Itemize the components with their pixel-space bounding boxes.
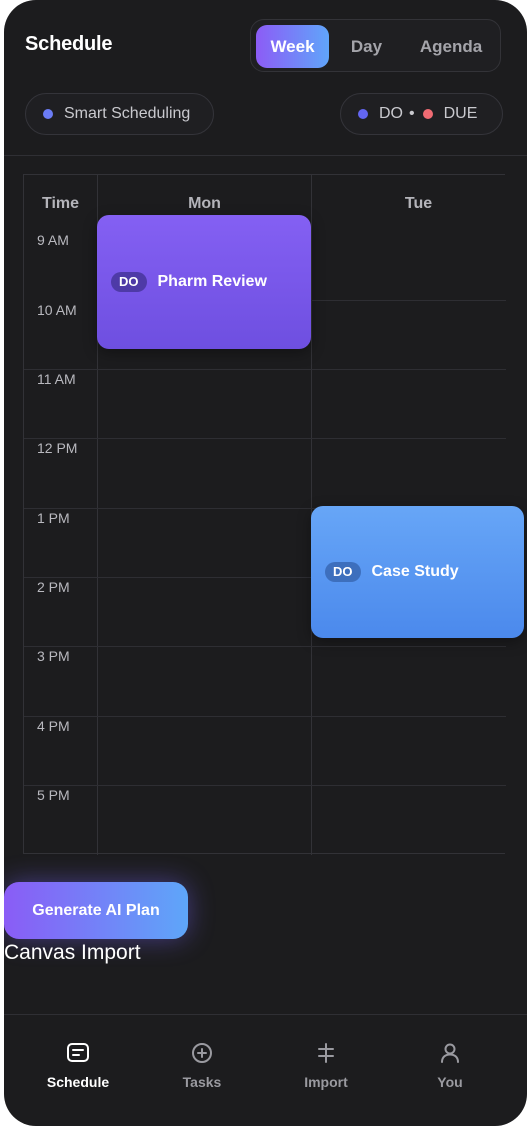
time-label-11am: 11 AM [37, 371, 76, 387]
canvas-import-link[interactable]: Canvas Import [4, 941, 141, 965]
header-divider [4, 155, 527, 156]
nav-label-schedule: Schedule [46, 1074, 110, 1090]
time-label-12pm: 12 PM [37, 440, 78, 456]
time-label-1pm: 1 PM [37, 510, 70, 526]
nav-item-schedule[interactable]: Schedule [28, 1040, 128, 1090]
time-label-9am: 9 AM [37, 232, 69, 248]
do-dot-icon [358, 109, 368, 119]
time-label-4pm: 4 PM [37, 718, 70, 734]
do-badge: DO [325, 562, 361, 582]
generate-ai-plan-button[interactable]: Generate AI Plan [4, 882, 188, 939]
nav-label-import: Import [304, 1074, 348, 1090]
event-pharm-review[interactable]: DO Pharm Review [97, 215, 311, 349]
plus-circle-icon [192, 1043, 212, 1063]
app-screen: Schedule Week Day Agenda Smart Schedulin… [4, 0, 527, 1126]
nav-label-tasks: Tasks [182, 1074, 222, 1090]
day-header-mon: Mon [188, 195, 221, 212]
event-title: Pharm Review [157, 273, 267, 290]
status-dot-icon [43, 109, 53, 119]
nav-item-tasks[interactable]: Tasks [152, 1040, 252, 1090]
page-title: Schedule [25, 33, 113, 55]
legend-due-label: DUE [443, 105, 478, 122]
nav-item-import[interactable]: Import [276, 1040, 376, 1090]
nav-divider [4, 1014, 527, 1015]
legend-separator: • [409, 105, 415, 122]
hour-divider [24, 646, 506, 647]
day-header-tue: Tue [404, 195, 433, 212]
nav-label-you: You [437, 1074, 463, 1090]
time-column-header: Time [41, 195, 80, 212]
view-switcher: Week Day Agenda [250, 19, 501, 72]
time-label-3pm: 3 PM [37, 648, 70, 664]
hour-divider [24, 716, 506, 717]
time-label-10am: 10 AM [37, 302, 77, 318]
hour-divider [24, 369, 506, 370]
nav-item-you[interactable]: You [400, 1040, 500, 1090]
smart-scheduling-label: Smart Scheduling [64, 105, 191, 122]
tab-agenda[interactable]: Agenda [406, 25, 496, 68]
event-title: Case Study [371, 563, 459, 580]
legend-do-label: DO [379, 105, 403, 122]
schedule-icon [67, 1043, 89, 1062]
tab-week[interactable]: Week [256, 25, 329, 68]
due-dot-icon [422, 109, 433, 119]
do-badge: DO [111, 272, 147, 292]
time-label-5pm: 5 PM [37, 787, 70, 803]
time-label-2pm: 2 PM [37, 579, 70, 595]
event-legend: DO • DUE [340, 93, 503, 135]
user-icon [441, 1043, 459, 1063]
hour-divider [24, 438, 506, 439]
smart-scheduling-toggle[interactable]: Smart Scheduling [25, 93, 214, 135]
hour-divider [24, 785, 506, 786]
tab-day[interactable]: Day [335, 25, 398, 68]
event-case-study[interactable]: DO Case Study [311, 506, 524, 638]
import-icon [318, 1043, 334, 1063]
